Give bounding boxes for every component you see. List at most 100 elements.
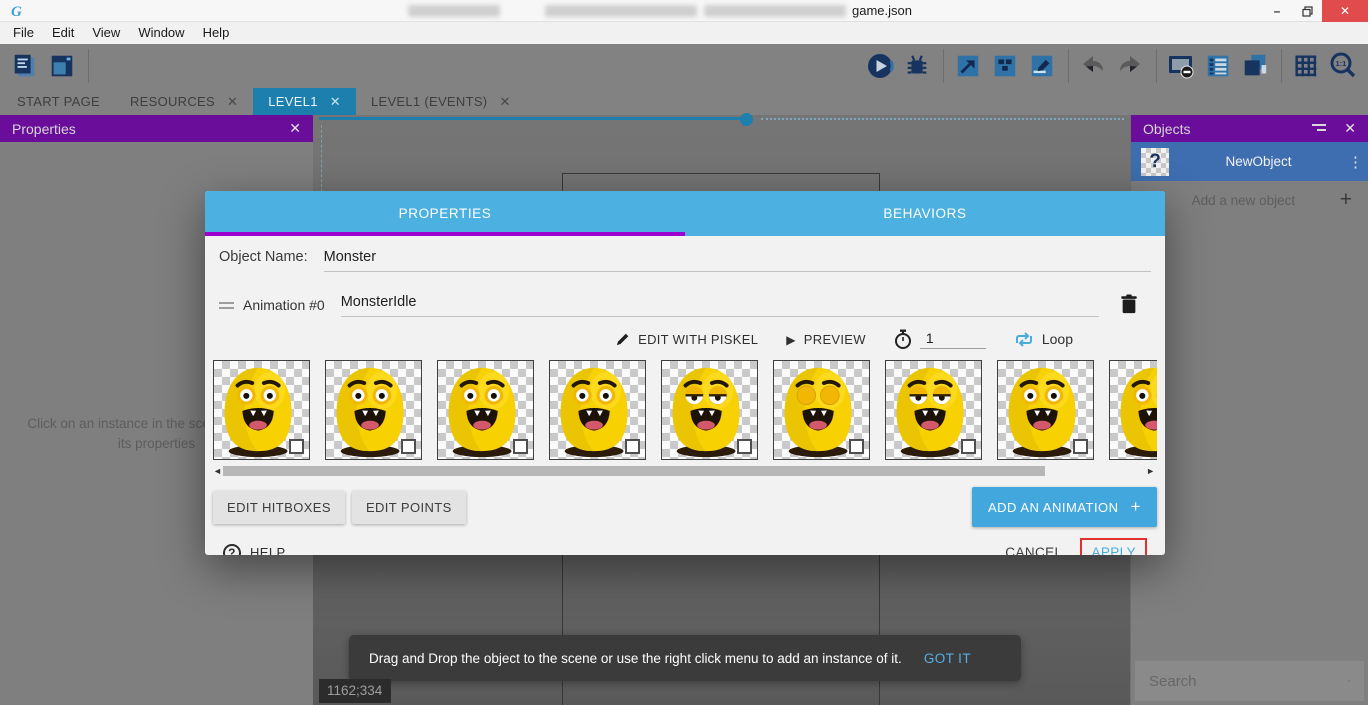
- add-object-label: Add a new object: [1147, 193, 1340, 208]
- animation-frame[interactable]: [773, 360, 870, 460]
- object-thumbnail: ?: [1141, 148, 1169, 176]
- filter-icon[interactable]: [1310, 121, 1328, 137]
- edit-scene-properties-icon[interactable]: [1027, 51, 1057, 81]
- frame-checkbox[interactable]: [737, 439, 752, 454]
- pencil-icon: [615, 332, 630, 347]
- object-name-label: Object Name:: [219, 249, 308, 265]
- animation-frame[interactable]: [213, 360, 310, 460]
- close-button[interactable]: [1322, 0, 1368, 22]
- frame-checkbox[interactable]: [849, 439, 864, 454]
- animation-frame[interactable]: [437, 360, 534, 460]
- zoom-1-1-icon[interactable]: 1:1: [1328, 51, 1358, 81]
- frame-checkbox[interactable]: [401, 439, 416, 454]
- delete-animation-icon[interactable]: [1119, 292, 1139, 319]
- tab-behaviors[interactable]: BEHAVIORS: [685, 191, 1165, 236]
- tab-properties[interactable]: PROPERTIES: [205, 191, 685, 236]
- animation-frame[interactable]: [549, 360, 646, 460]
- add-animation-button[interactable]: ADD AN ANIMATION: [972, 487, 1157, 527]
- object-list-item-selected[interactable]: ? NewObject: [1131, 142, 1368, 181]
- properties-panel-header: Properties: [0, 115, 313, 142]
- tab-close-icon[interactable]: [227, 94, 238, 110]
- debug-icon[interactable]: [902, 51, 932, 81]
- start-scene-icon[interactable]: [47, 51, 77, 81]
- object-name-field[interactable]: Monster: [324, 249, 1151, 272]
- menu-edit[interactable]: Edit: [43, 22, 83, 44]
- search-input[interactable]: [1149, 673, 1348, 690]
- redo-icon[interactable]: [1115, 51, 1145, 81]
- selection-top-line: [319, 117, 747, 120]
- animation-frame[interactable]: [885, 360, 982, 460]
- menu-window[interactable]: Window: [129, 22, 193, 44]
- frames-scrollbar: [213, 465, 1157, 478]
- layers-icon[interactable]: [1240, 51, 1270, 81]
- redacted-title-text: [408, 5, 500, 17]
- apply-button[interactable]: APPLY: [1080, 538, 1147, 555]
- tab-close-icon[interactable]: [330, 94, 341, 110]
- edit-with-piskel-button[interactable]: EDIT WITH PISKEL: [615, 332, 758, 347]
- tab-resources[interactable]: RESOURCES: [115, 88, 253, 115]
- toolbar-separator: [943, 49, 944, 83]
- add-object-icon[interactable]: [1340, 188, 1352, 212]
- project-manager-icon[interactable]: [10, 51, 40, 81]
- toggle-mask-icon[interactable]: [1166, 51, 1196, 81]
- gdevelop-logo-icon: G: [8, 2, 26, 20]
- edit-hitboxes-button[interactable]: EDIT HITBOXES: [213, 491, 345, 524]
- tab-level1[interactable]: LEVEL1: [253, 88, 356, 115]
- tab-close-icon[interactable]: [499, 94, 510, 110]
- undo-icon[interactable]: [1078, 51, 1108, 81]
- object-name: NewObject: [1169, 154, 1348, 169]
- tab-label: RESOURCES: [130, 94, 215, 109]
- tab-label: START PAGE: [17, 94, 100, 109]
- tab-start-page[interactable]: START PAGE: [2, 88, 115, 115]
- restore-button[interactable]: [1292, 0, 1322, 22]
- titlebar: G game.json: [0, 0, 1368, 22]
- hint-text: Drag and Drop the object to the scene or…: [369, 651, 902, 666]
- window-title: game.json: [852, 3, 912, 18]
- object-menu-icon[interactable]: [1348, 153, 1358, 171]
- add-object-row[interactable]: Add a new object: [1131, 181, 1368, 219]
- edit-points-button[interactable]: EDIT POINTS: [352, 491, 466, 524]
- toolbar-separator: [88, 49, 89, 83]
- cancel-button[interactable]: CANCEL: [1005, 545, 1062, 555]
- play-icon[interactable]: [865, 51, 895, 81]
- export-icon[interactable]: [953, 51, 983, 81]
- help-button[interactable]: HELP: [223, 544, 286, 556]
- frame-checkbox[interactable]: [513, 439, 528, 454]
- got-it-button[interactable]: GOT IT: [924, 651, 971, 666]
- objects-panel-header: Objects: [1131, 115, 1368, 142]
- animation-frame[interactable]: [661, 360, 758, 460]
- animation-name-field[interactable]: MonsterIdle: [341, 294, 1099, 317]
- scrollbar-thumb[interactable]: [223, 466, 1045, 476]
- scroll-left-icon[interactable]: [213, 465, 222, 478]
- selection-dotted-line: [761, 118, 1124, 120]
- scroll-right-icon[interactable]: [1146, 465, 1155, 478]
- menu-view[interactable]: View: [83, 22, 129, 44]
- drag-handle-icon[interactable]: [219, 302, 234, 309]
- frame-checkbox[interactable]: [1073, 439, 1088, 454]
- toolbar-separator: [1068, 49, 1069, 83]
- selection-handle[interactable]: [740, 113, 753, 126]
- menu-help[interactable]: Help: [194, 22, 239, 44]
- panel-close-icon[interactable]: [289, 120, 301, 137]
- frame-checkbox[interactable]: [625, 439, 640, 454]
- frame-checkbox[interactable]: [289, 439, 304, 454]
- object-search: [1135, 661, 1364, 701]
- loop-toggle[interactable]: Loop: [1014, 331, 1073, 348]
- frame-checkbox[interactable]: [961, 439, 976, 454]
- menu-file[interactable]: File: [4, 22, 43, 44]
- animation-frame[interactable]: [997, 360, 1094, 460]
- time-between-frames-field[interactable]: 1: [920, 330, 986, 349]
- animation-frame[interactable]: [1109, 360, 1157, 460]
- preview-button[interactable]: PREVIEW: [786, 332, 866, 347]
- svg-text:1:1: 1:1: [1336, 59, 1347, 68]
- animation-frame[interactable]: [325, 360, 422, 460]
- objects-list-icon[interactable]: [1203, 51, 1233, 81]
- panel-close-icon[interactable]: [1344, 120, 1356, 137]
- publish-icon[interactable]: [990, 51, 1020, 81]
- tab-level1-events[interactable]: LEVEL1 (EVENTS): [356, 88, 526, 115]
- toolbar-separator: [1156, 49, 1157, 83]
- grid-icon[interactable]: [1291, 51, 1321, 81]
- play-preview-icon: [786, 332, 796, 347]
- object-name-row: Object Name: Monster: [219, 249, 1151, 278]
- minimize-button[interactable]: [1262, 0, 1292, 22]
